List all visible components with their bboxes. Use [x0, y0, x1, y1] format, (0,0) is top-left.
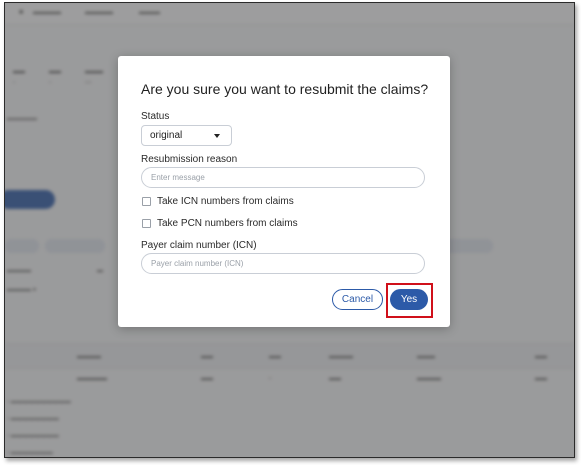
chevron-down-icon	[214, 134, 220, 138]
dialog-title: Are you sure you want to resubmit the cl…	[141, 81, 429, 97]
take-icn-checkbox[interactable]	[142, 197, 151, 206]
payer-claim-number-input[interactable]: Payer claim number (ICN)	[141, 253, 425, 274]
status-label: Status	[141, 111, 170, 122]
screenshot-frame: ■ ▬▬▬▬ ▬▬▬▬ ▬▬▬ ▬▬ ▬▬ ▬▬▬ ▫ ▫ ▫▫▫ ▬▬▬▬▬ …	[4, 2, 575, 458]
take-pcn-label: Take PCN numbers from claims	[157, 218, 298, 229]
status-select-value: original	[150, 130, 183, 141]
status-select[interactable]: original	[141, 125, 232, 146]
cancel-button[interactable]: Cancel	[332, 289, 383, 310]
resubmission-reason-label: Resubmission reason	[141, 154, 238, 165]
resubmit-claims-dialog: Are you sure you want to resubmit the cl…	[118, 56, 450, 327]
payer-claim-number-label: Payer claim number (ICN)	[141, 240, 257, 251]
take-pcn-checkbox[interactable]	[142, 219, 151, 228]
yes-button-highlight-box	[386, 283, 433, 318]
take-icn-label: Take ICN numbers from claims	[157, 196, 294, 207]
resubmission-reason-input[interactable]: Enter message	[141, 167, 425, 188]
